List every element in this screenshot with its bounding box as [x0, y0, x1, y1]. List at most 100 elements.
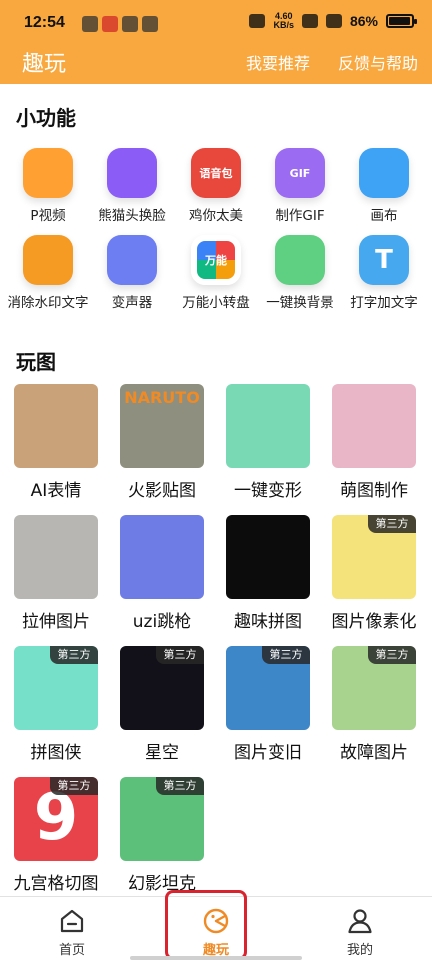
- home-icon: [58, 907, 86, 935]
- tool-label: 万能小转盘: [182, 295, 250, 311]
- tool-label: 熊猫头换脸: [98, 208, 166, 224]
- tool-item[interactable]: 画布: [342, 148, 426, 225]
- starry-sky-thumbnail: 第三方: [120, 646, 204, 730]
- play-label: 萌图制作: [340, 481, 408, 501]
- play-item[interactable]: 一键变形: [226, 384, 310, 501]
- third-party-badge: 第三方: [50, 777, 98, 795]
- palette-icon: [359, 148, 409, 198]
- thumbnail-text: NARUTO: [124, 388, 200, 407]
- gif-file-icon: GIF: [275, 148, 325, 198]
- naruto-thumbnail: NARUTO: [120, 384, 204, 468]
- third-party-badge: 第三方: [50, 646, 98, 664]
- tool-item[interactable]: GIF 制作GIF: [258, 148, 342, 225]
- play-item[interactable]: 第三方星空: [120, 646, 204, 763]
- section-title-tools: 小功能: [16, 106, 76, 130]
- tool-icon-text: GIF: [289, 166, 311, 180]
- third-party-badge: 第三方: [368, 646, 416, 664]
- play-label: 图片像素化: [331, 612, 417, 632]
- notification-icons: [82, 16, 158, 32]
- third-party-badge: 第三方: [156, 777, 204, 795]
- nine-grid-thumbnail: 9 第三方: [14, 777, 98, 861]
- battery-fill: [389, 17, 410, 25]
- uzi-thumbnail: [120, 515, 204, 599]
- eraser-icon: [23, 235, 73, 285]
- swap-background-icon: [275, 235, 325, 285]
- play-item[interactable]: 9 第三方 九宫格切图: [14, 777, 99, 894]
- tool-item[interactable]: T 打字加文字: [342, 235, 426, 312]
- tool-label: P视频: [30, 208, 66, 224]
- play-label: 星空: [145, 743, 179, 763]
- tool-label: 鸡你太美: [189, 208, 243, 224]
- tool-item[interactable]: 熊猫头换脸: [90, 148, 174, 225]
- nav-home-label: 首页: [58, 943, 85, 958]
- wifi-icon: [325, 14, 342, 28]
- play-item[interactable]: 拉伸图片: [14, 515, 98, 632]
- microphone-icon: [107, 235, 157, 285]
- speed-unit: KB/s: [273, 20, 294, 30]
- tool-item[interactable]: 万能 万能小转盘: [174, 235, 258, 312]
- voice-pack-icon: 语音包: [191, 148, 241, 198]
- play-item[interactable]: 萌图制作: [332, 384, 416, 501]
- stretch-thumbnail: [14, 515, 98, 599]
- play-item[interactable]: 第三方 拼图侠: [14, 646, 98, 763]
- status-right: 4.60 KB/s 86%: [249, 12, 417, 30]
- play-label: uzi跳枪: [132, 612, 192, 632]
- sim-x-icon: [301, 14, 318, 28]
- fun-puzzle-thumbnail: [226, 515, 310, 599]
- play-item[interactable]: 第三方 故障图片: [332, 646, 416, 763]
- play-label: 拉伸图片: [22, 612, 90, 632]
- nav-mine-label: 我的: [346, 943, 373, 958]
- cute-photo-thumbnail: [332, 384, 416, 468]
- video-camera-icon: [23, 148, 73, 198]
- page-title: 趣玩: [22, 52, 67, 77]
- battery-percent: 86%: [349, 13, 378, 29]
- tool-item[interactable]: 变声器: [90, 235, 174, 312]
- tool-item[interactable]: P视频: [6, 148, 90, 225]
- third-party-badge: 第三方: [156, 646, 204, 664]
- pixelate-thumbnail: 第三方: [332, 515, 416, 599]
- message-notification-icon: [122, 16, 138, 32]
- play-item[interactable]: 第三方图片变旧: [226, 646, 310, 763]
- tool-label: 变声器: [111, 295, 153, 311]
- tool-label: 一键换背景: [266, 295, 334, 311]
- gesture-bar[interactable]: [130, 956, 302, 960]
- tool-item[interactable]: 一键换背景: [258, 235, 342, 312]
- spin-wheel-icon: 万能: [191, 235, 241, 285]
- play-item[interactable]: uzi跳枪: [120, 515, 204, 632]
- app-notification-icon: [82, 16, 98, 32]
- play-label: 一键变形: [234, 481, 302, 501]
- feedback-help-button[interactable]: 反馈与帮助: [338, 50, 418, 74]
- play-item[interactable]: 第三方 幻影坦克: [120, 777, 204, 894]
- phantom-tank-thumbnail: 第三方: [120, 777, 204, 861]
- play-grid: AI表情 NARUTO 火影贴图 一键变形 萌图制作 拉伸图片 uzi跳枪 趣味拼图 第三方 图片…: [14, 384, 422, 894]
- tool-icon-text: T: [375, 245, 393, 275]
- tool-item[interactable]: 消除水印文字: [6, 235, 90, 312]
- play-item[interactable]: 第三方图片像素化: [331, 515, 417, 632]
- nav-mine[interactable]: 我的: [320, 907, 400, 958]
- vibrate-icon: [249, 14, 266, 28]
- recommend-button[interactable]: 我要推荐: [246, 50, 310, 74]
- section-title-play: 玩图: [16, 350, 56, 374]
- battery-icon: [386, 14, 417, 28]
- tool-item[interactable]: 语音包 鸡你太美: [174, 148, 258, 225]
- tool-grid: P视频 熊猫头换脸 语音包 鸡你太美 GIF 制作GIF 画布 消除水印文字 变声器 万能 万能小转…: [6, 148, 426, 312]
- top-bar: 12:54 4.60 KB/s 86% 趣玩 我要推荐 反馈与帮助: [0, 0, 432, 84]
- tool-label: 制作GIF: [275, 208, 325, 224]
- nav-home[interactable]: 首页: [32, 907, 112, 958]
- play-label: 图片变旧: [234, 743, 302, 763]
- morph-thumbnail: [226, 384, 310, 468]
- panda-face-icon: [107, 148, 157, 198]
- play-item[interactable]: 趣味拼图: [226, 515, 310, 632]
- status-bar: 12:54 4.60 KB/s 86%: [0, 0, 432, 46]
- main-content: 小功能 P视频 熊猫头换脸 语音包 鸡你太美 GIF 制作GIF 画布 消除水印文字 变声器 万能…: [0, 84, 432, 896]
- user-icon: [346, 907, 374, 935]
- network-speed: 4.60 KB/s: [273, 12, 294, 30]
- third-party-badge: 第三方: [262, 646, 310, 664]
- weibo-notification-icon: [102, 16, 118, 32]
- play-item[interactable]: AI表情: [14, 384, 98, 501]
- play-item[interactable]: NARUTO 火影贴图: [120, 384, 204, 501]
- tool-label: 画布: [370, 208, 398, 224]
- third-party-badge: 第三方: [368, 515, 416, 533]
- old-photo-thumbnail: 第三方: [226, 646, 310, 730]
- text-t-icon: T: [359, 235, 409, 285]
